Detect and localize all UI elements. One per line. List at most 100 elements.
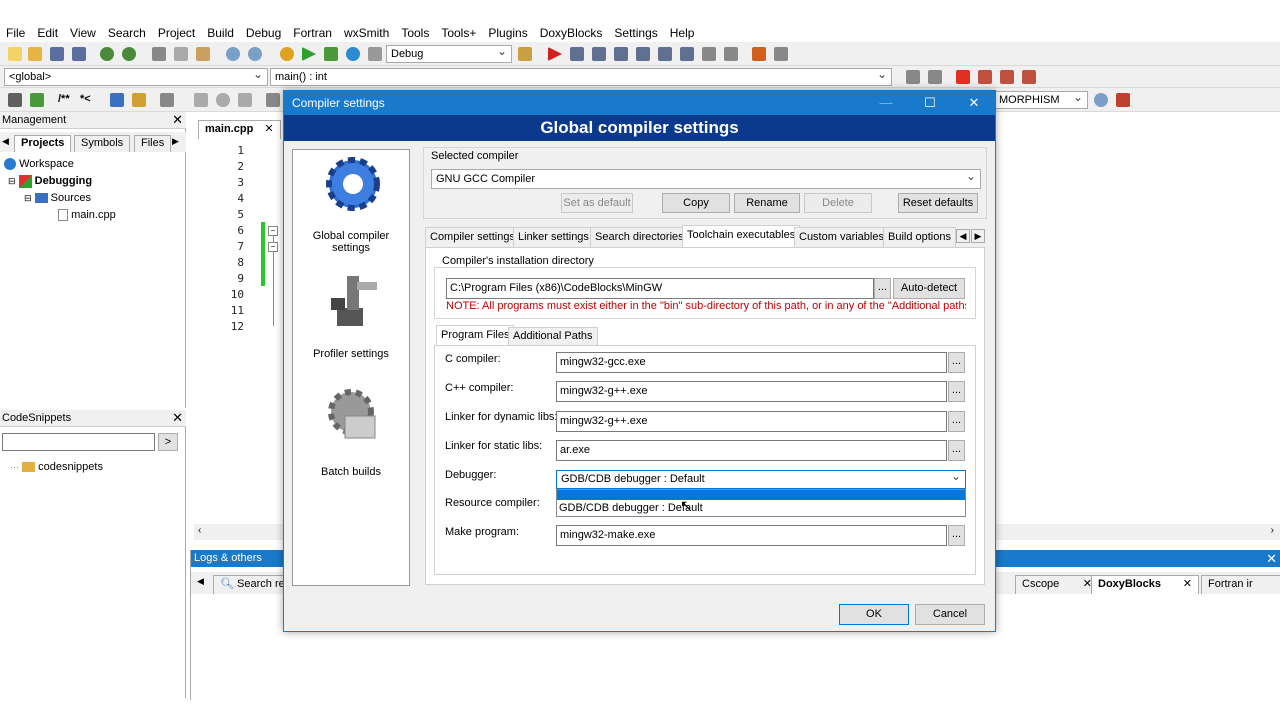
next-bookmark-icon[interactable] <box>1000 70 1014 84</box>
html-icon[interactable] <box>110 93 124 107</box>
step-instruction-icon[interactable] <box>680 47 694 61</box>
copy-icon[interactable] <box>174 47 188 61</box>
tab-scroll-left-icon[interactable]: ◀ <box>197 576 204 587</box>
browse-dynamic-linker-button[interactable]: ... <box>948 411 965 432</box>
menu-item-help[interactable]: Help <box>664 26 701 40</box>
tab-toolchain-executables[interactable]: Toolchain executables <box>682 225 801 247</box>
tab-fortran[interactable]: Fortran ir <box>1201 575 1280 594</box>
save-icon[interactable] <box>50 47 64 61</box>
scope-select[interactable]: <global> <box>4 68 268 86</box>
chm-icon[interactable] <box>132 93 146 107</box>
browse-dir-button[interactable]: ... <box>874 278 891 299</box>
search-combo[interactable]: MORPHISM <box>994 91 1088 109</box>
set-as-default-button[interactable]: Set as default <box>561 193 633 213</box>
installation-dir-input[interactable]: C:\Program Files (x86)\CodeBlocks\MinGW <box>446 278 874 299</box>
next-instruction-icon[interactable] <box>658 47 672 61</box>
stop-debug-icon[interactable] <box>724 47 738 61</box>
save-all-icon[interactable] <box>72 47 86 61</box>
nav-last-icon[interactable] <box>238 93 252 107</box>
run-icon[interactable] <box>302 47 316 61</box>
prev-bookmark-icon[interactable] <box>978 70 992 84</box>
tab-cscope[interactable]: Cscope ✕ <box>1015 575 1099 594</box>
run-to-cursor-icon[interactable] <box>570 47 584 61</box>
subtab-additional-paths[interactable]: Additional Paths <box>508 327 598 345</box>
fold-icon[interactable]: − <box>268 242 278 252</box>
next-line-icon[interactable] <box>592 47 606 61</box>
tab-symbols[interactable]: Symbols <box>74 135 131 152</box>
menu-item-tools[interactable]: Tools+ <box>435 26 482 40</box>
doxy-icon[interactable] <box>8 93 22 107</box>
close-icon[interactable]: ✕ <box>264 123 273 135</box>
browse-c-compiler-button[interactable]: ... <box>948 352 965 373</box>
make-program-input[interactable]: mingw32-make.exe <box>556 525 947 546</box>
comment-line-icon[interactable]: *< <box>80 93 91 105</box>
jump-forward-icon[interactable] <box>928 70 942 84</box>
c-compiler-input[interactable]: mingw32-gcc.exe <box>556 352 947 373</box>
tab-doxyblocks[interactable]: DoxyBlocks ✕ <box>1091 575 1199 594</box>
tab-custom-variables[interactable]: Custom variables <box>794 227 889 247</box>
nav-first-icon[interactable] <box>194 93 208 107</box>
debug-windows-icon[interactable] <box>752 47 766 61</box>
doxy-run-icon[interactable] <box>30 93 44 107</box>
jump-back-icon[interactable] <box>906 70 920 84</box>
find-icon[interactable] <box>226 47 240 61</box>
menu-item-tools[interactable]: Tools <box>395 26 435 40</box>
menu-item-doxyblocks[interactable]: DoxyBlocks <box>534 26 609 40</box>
collapse-icon[interactable]: ⊟ <box>8 176 16 186</box>
category-global-compiler[interactable]: Global compiler settings <box>293 150 409 254</box>
cancel-button[interactable]: Cancel <box>915 604 985 625</box>
clear-bookmarks-icon[interactable] <box>1022 70 1036 84</box>
wrench-icon[interactable] <box>160 93 174 107</box>
new-file-icon[interactable] <box>8 47 22 61</box>
scroll-left-icon[interactable]: ‹ <box>198 525 201 536</box>
collapse-icon[interactable]: ⊟ <box>24 193 32 203</box>
build-run-icon[interactable] <box>324 47 338 61</box>
menu-item-project[interactable]: Project <box>152 26 201 40</box>
tab-linker-settings[interactable]: Linker settings <box>513 227 594 247</box>
function-select[interactable]: main() : int <box>270 68 892 86</box>
cpp-compiler-input[interactable]: mingw32-g++.exe <box>556 381 947 402</box>
sources-node[interactable]: ⊟ Sources <box>24 190 91 207</box>
menu-item-search[interactable]: Search <box>102 26 152 40</box>
reset-defaults-button[interactable]: Reset defaults <box>898 193 978 213</box>
project-node[interactable]: ⊟ Debugging <box>8 173 92 190</box>
tab-files[interactable]: Files <box>134 135 172 152</box>
tab-scroll-right-icon[interactable]: ▶ <box>971 229 985 243</box>
fold-icon[interactable]: − <box>268 226 278 236</box>
step-into-icon[interactable] <box>614 47 628 61</box>
redo-icon[interactable] <box>122 47 136 61</box>
dropdown-highlight[interactable] <box>557 490 965 500</box>
browse-static-linker-button[interactable]: ... <box>948 440 965 461</box>
paste-icon[interactable] <box>196 47 210 61</box>
tab-build-options[interactable]: Build options <box>883 227 956 247</box>
close-icon[interactable]: ✕ <box>952 91 996 115</box>
close-icon[interactable]: ✕ <box>172 112 183 128</box>
static-linker-input[interactable]: ar.exe <box>556 440 947 461</box>
snippets-node[interactable]: ⋯ codesnippets <box>10 459 103 476</box>
tab-scroll-right-icon[interactable]: ▶ <box>172 136 179 147</box>
tab-search-directories[interactable]: Search directories <box>590 227 689 247</box>
menu-item-build[interactable]: Build <box>201 26 240 40</box>
open-icon[interactable] <box>28 47 42 61</box>
minimize-icon[interactable]: — <box>864 91 908 115</box>
nav-dot-icon[interactable] <box>216 93 230 107</box>
tab-projects[interactable]: Projects <box>14 135 72 152</box>
abort-icon[interactable] <box>368 47 382 61</box>
debugger-select[interactable]: GDB/CDB debugger : Default <box>556 470 966 489</box>
copy-button[interactable]: Copy <box>662 193 730 213</box>
undo-icon[interactable] <box>100 47 114 61</box>
maximize-icon[interactable]: ☐ <box>908 91 952 115</box>
ok-button[interactable]: OK <box>839 604 909 625</box>
menu-item-debug[interactable]: Debug <box>240 26 287 40</box>
rebuild-icon[interactable] <box>346 47 360 61</box>
pause-icon[interactable] <box>702 47 716 61</box>
browse-make-button[interactable]: ... <box>948 525 965 546</box>
scroll-right-icon[interactable]: › <box>1271 525 1274 536</box>
search-tools-icon[interactable] <box>1116 93 1130 107</box>
nav-close-icon[interactable] <box>266 93 280 107</box>
debug-run-icon[interactable] <box>548 47 562 61</box>
comment-block-icon[interactable]: /** <box>58 93 70 105</box>
debug-info-icon[interactable] <box>774 47 788 61</box>
tab-compiler-settings[interactable]: Compiler settings <box>425 227 520 247</box>
file-node[interactable]: main.cpp <box>58 207 116 224</box>
